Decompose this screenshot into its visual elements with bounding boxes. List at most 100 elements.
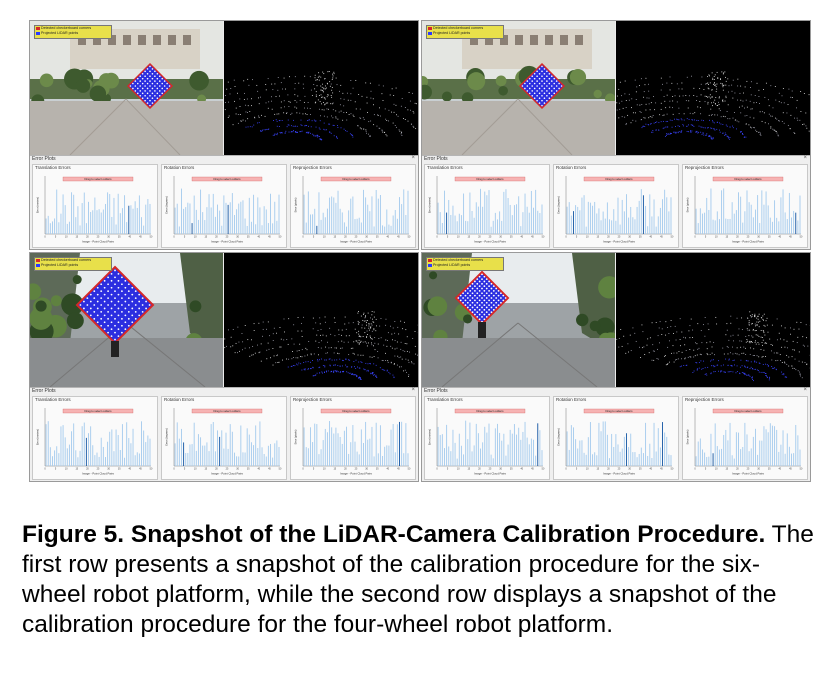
error-bar[interactable] bbox=[403, 189, 405, 234]
error-bar[interactable] bbox=[200, 189, 202, 234]
error-bar[interactable] bbox=[253, 194, 255, 234]
error-bar[interactable] bbox=[577, 448, 579, 466]
drag-outliers-label[interactable]: Drag to select outliers bbox=[605, 409, 633, 413]
error-bar[interactable] bbox=[377, 453, 379, 466]
error-bar[interactable] bbox=[100, 437, 102, 466]
error-bar[interactable] bbox=[537, 423, 539, 466]
error-bar[interactable] bbox=[382, 225, 384, 234]
error-bar[interactable] bbox=[589, 422, 591, 466]
error-bar[interactable] bbox=[130, 205, 132, 234]
error-bar[interactable] bbox=[727, 440, 729, 466]
error-bar[interactable] bbox=[615, 434, 617, 466]
error-bar[interactable] bbox=[625, 433, 627, 466]
error-bar[interactable] bbox=[149, 438, 151, 466]
error-bar[interactable] bbox=[343, 430, 345, 466]
error-bar[interactable] bbox=[458, 213, 460, 234]
error-bar[interactable] bbox=[117, 435, 119, 466]
error-bar[interactable] bbox=[754, 209, 756, 234]
error-bar[interactable] bbox=[202, 212, 204, 234]
error-bar[interactable] bbox=[339, 437, 341, 466]
error-bar[interactable] bbox=[740, 196, 742, 234]
error-bar[interactable] bbox=[401, 421, 403, 466]
error-bar[interactable] bbox=[104, 457, 106, 466]
error-bar[interactable] bbox=[670, 197, 672, 234]
error-bar[interactable] bbox=[143, 225, 145, 234]
error-bar[interactable] bbox=[111, 216, 113, 234]
error-bar[interactable] bbox=[259, 207, 261, 234]
error-bar[interactable] bbox=[102, 209, 104, 234]
error-bar[interactable] bbox=[723, 434, 725, 466]
error-bar[interactable] bbox=[75, 450, 77, 466]
error-bar[interactable] bbox=[748, 451, 750, 466]
error-bar[interactable] bbox=[221, 430, 223, 466]
error-bar[interactable] bbox=[699, 208, 701, 234]
error-bar[interactable] bbox=[331, 196, 333, 234]
error-bar[interactable] bbox=[231, 431, 233, 466]
error-bar-chart[interactable]: Drag to select outliers 0 5 10 15 20 25 30 35 40 4… bbox=[293, 172, 413, 246]
error-bar[interactable] bbox=[488, 190, 490, 234]
error-bar[interactable] bbox=[227, 204, 229, 234]
error-bar[interactable] bbox=[668, 454, 670, 466]
error-bar[interactable] bbox=[354, 219, 356, 234]
error-bar[interactable] bbox=[98, 209, 100, 234]
error-bar[interactable] bbox=[581, 440, 583, 466]
error-bar[interactable] bbox=[638, 200, 640, 234]
error-bar-chart[interactable]: Drag to select outliers 0 5 10 15 20 25 30 35 40 4… bbox=[35, 404, 155, 478]
error-bar[interactable] bbox=[463, 454, 465, 466]
error-bar[interactable] bbox=[407, 453, 409, 466]
error-bar[interactable] bbox=[469, 192, 471, 234]
error-bar[interactable] bbox=[60, 213, 62, 234]
error-bar[interactable] bbox=[197, 219, 199, 234]
error-bar[interactable] bbox=[147, 435, 149, 466]
error-bar[interactable] bbox=[752, 436, 754, 466]
error-bar[interactable] bbox=[229, 424, 231, 466]
error-bar[interactable] bbox=[774, 426, 776, 466]
error-bar[interactable] bbox=[225, 432, 227, 466]
error-bar[interactable] bbox=[496, 423, 498, 466]
error-bar[interactable] bbox=[769, 423, 771, 466]
error-bar[interactable] bbox=[704, 452, 706, 466]
error-bar[interactable] bbox=[66, 448, 68, 466]
error-bar[interactable] bbox=[636, 206, 638, 234]
error-bar[interactable] bbox=[396, 218, 398, 234]
error-bar[interactable] bbox=[240, 425, 242, 466]
error-bar[interactable] bbox=[782, 430, 784, 466]
error-bar[interactable] bbox=[465, 220, 467, 234]
error-bar[interactable] bbox=[666, 436, 668, 466]
error-bar[interactable] bbox=[657, 216, 659, 234]
error-bar[interactable] bbox=[206, 442, 208, 466]
error-bar[interactable] bbox=[255, 224, 257, 234]
error-bar[interactable] bbox=[259, 421, 261, 466]
error-bar[interactable] bbox=[784, 453, 786, 466]
error-bar[interactable] bbox=[630, 206, 632, 234]
error-bar[interactable] bbox=[102, 446, 104, 466]
error-bar[interactable] bbox=[708, 209, 710, 234]
error-bar[interactable] bbox=[585, 226, 587, 234]
error-bar[interactable] bbox=[784, 212, 786, 234]
error-bar[interactable] bbox=[771, 425, 773, 466]
error-bar[interactable] bbox=[526, 206, 528, 234]
error-bar[interactable] bbox=[272, 457, 274, 466]
error-bar[interactable] bbox=[246, 225, 248, 234]
error-bar[interactable] bbox=[496, 219, 498, 234]
error-bar[interactable] bbox=[757, 195, 759, 234]
error-bar[interactable] bbox=[261, 225, 263, 234]
error-bar[interactable] bbox=[305, 222, 307, 234]
error-bar[interactable] bbox=[484, 426, 486, 466]
error-bar[interactable] bbox=[583, 195, 585, 234]
error-bar[interactable] bbox=[503, 191, 505, 234]
error-bar[interactable] bbox=[577, 206, 579, 234]
error-bar[interactable] bbox=[602, 211, 604, 234]
error-bar[interactable] bbox=[369, 438, 371, 466]
error-bar[interactable] bbox=[316, 225, 318, 234]
error-bar[interactable] bbox=[343, 222, 345, 234]
error-bar[interactable] bbox=[606, 202, 608, 234]
error-bar[interactable] bbox=[754, 428, 756, 466]
error-bar[interactable] bbox=[90, 426, 92, 466]
error-bar[interactable] bbox=[581, 197, 583, 234]
error-bar[interactable] bbox=[757, 454, 759, 466]
error-bar[interactable] bbox=[244, 218, 246, 234]
error-bar[interactable] bbox=[664, 432, 666, 466]
error-bar[interactable] bbox=[587, 201, 589, 234]
error-bar[interactable] bbox=[530, 438, 532, 466]
